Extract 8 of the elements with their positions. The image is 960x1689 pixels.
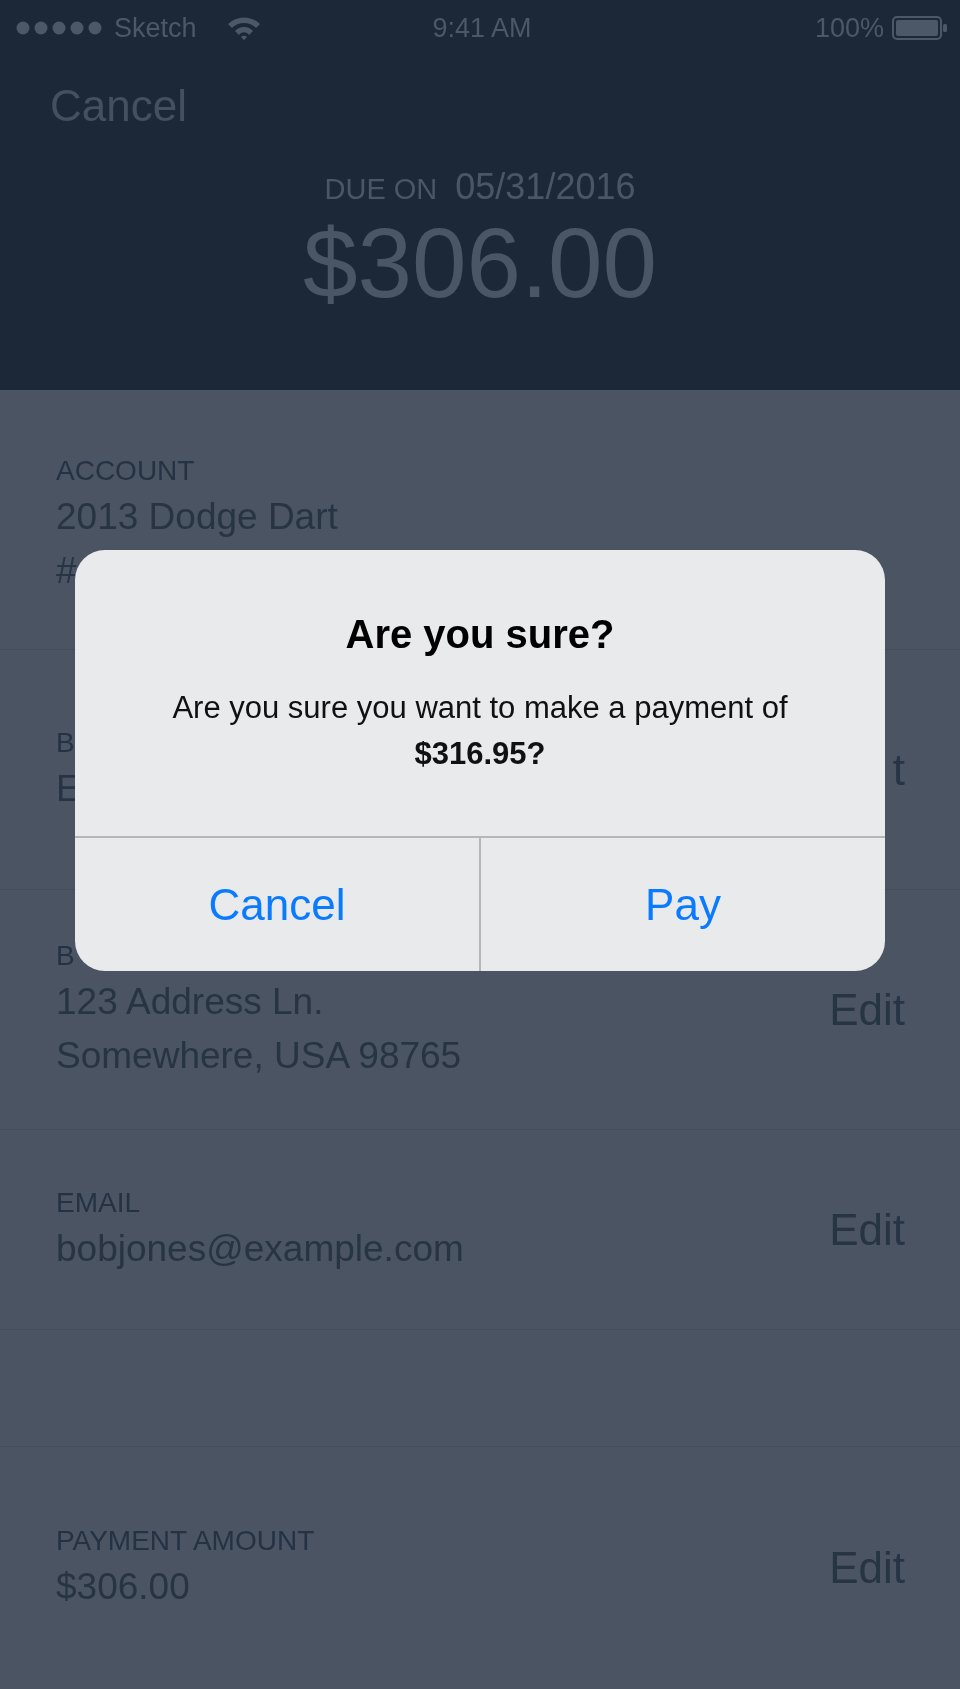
battery-icon (892, 16, 948, 40)
dialog-button[interactable]: Pay (479, 838, 885, 971)
field-value: # (56, 548, 78, 593)
dialog-title: Are you sure? (344, 612, 616, 657)
dialog-button[interactable]: Cancel (75, 838, 479, 971)
signal-dots-icon (16, 21, 102, 35)
dialog-message: Are you sure you want to make a payment of $316.95? (171, 689, 789, 773)
wifi-icon (226, 16, 261, 40)
